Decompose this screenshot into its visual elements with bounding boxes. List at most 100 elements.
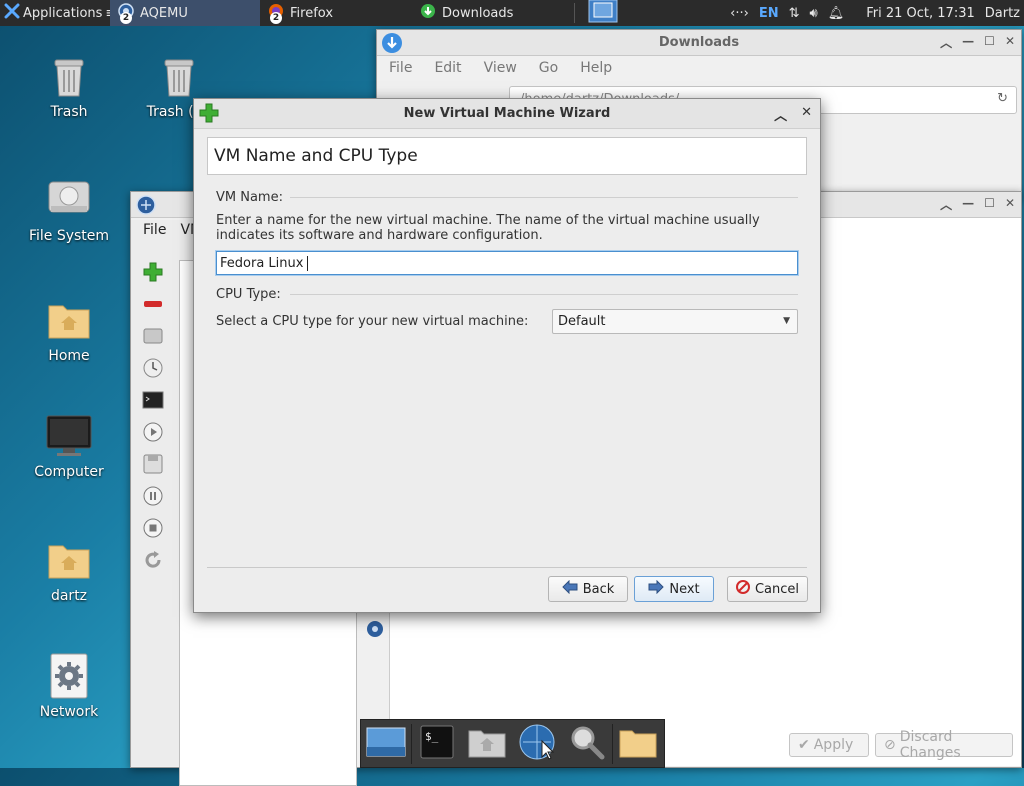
menu-go[interactable]: Go: [539, 60, 558, 76]
back-label: Back: [582, 581, 615, 597]
reset-icon[interactable]: [141, 548, 165, 572]
desktop-icon-file-system[interactable]: File System: [14, 176, 124, 244]
desktop-icon-label: Home: [48, 348, 90, 364]
dock-item-files[interactable]: [613, 720, 663, 768]
user-name[interactable]: Dartz: [985, 6, 1020, 21]
vm-name-group-label: VM Name:: [216, 190, 283, 205]
desktop-icon-trash[interactable]: Trash: [14, 52, 124, 120]
green-plus-icon: [198, 102, 220, 128]
cancel-circle-icon: ⊘: [884, 737, 896, 753]
download-icon: [420, 3, 436, 23]
hard-disk-icon[interactable]: [141, 324, 165, 348]
menu-view[interactable]: View: [484, 60, 517, 76]
svg-text:$_: $_: [425, 730, 439, 743]
wizard-titlebar[interactable]: New Virtual Machine Wizard ︿ ✕: [194, 99, 820, 129]
desktop-icon-computer[interactable]: Computer: [14, 412, 124, 480]
folder-icon: [618, 725, 658, 763]
dock-item-search[interactable]: [562, 720, 612, 768]
window-controls: ︿ — ☐ ✕: [940, 196, 1015, 213]
drive-icon: [45, 176, 93, 224]
text-cursor: [307, 255, 309, 271]
dock-item-desktop[interactable]: [361, 720, 411, 768]
minimize-icon[interactable]: —: [962, 34, 974, 51]
downloads-titlebar[interactable]: Downloads ︿ — ☐ ✕: [377, 30, 1021, 56]
task-count-badge: 2: [120, 12, 132, 24]
magnifier-icon: [569, 724, 605, 764]
back-button[interactable]: Back: [548, 576, 628, 602]
new-vm-wizard-dialog: New Virtual Machine Wizard ︿ ✕ VM Name a…: [193, 98, 821, 613]
next-button[interactable]: Next: [634, 576, 714, 602]
chevron-up-icon[interactable]: ︿: [774, 105, 787, 124]
stop-icon[interactable]: [141, 516, 165, 540]
home-folder-icon: [467, 725, 507, 763]
menu-file[interactable]: File: [389, 60, 412, 76]
maximize-icon[interactable]: ☐: [984, 196, 995, 213]
desktop-icon-network[interactable]: Network: [14, 652, 124, 720]
task-firefox[interactable]: 2 Firefox: [260, 0, 412, 26]
wizard-title: New Virtual Machine Wizard: [403, 106, 611, 121]
desktop-icon-label: dartz: [50, 588, 88, 604]
cpu-type-select[interactable]: Default ▼: [552, 309, 798, 334]
discard-changes-button[interactable]: ⊘ Discard Changes: [875, 729, 1013, 761]
cpu-type-value: Default: [558, 314, 606, 329]
task-downloads[interactable]: Downloads: [412, 0, 574, 26]
remove-vm-icon[interactable]: [141, 292, 165, 316]
desktop-icon-label: Network: [39, 704, 99, 720]
volume-icon[interactable]: 🔊︎: [810, 6, 818, 21]
reload-icon[interactable]: ↻: [997, 91, 1008, 106]
trash-icon: [155, 52, 203, 100]
play-icon[interactable]: [141, 420, 165, 444]
close-icon[interactable]: ✕: [801, 105, 812, 124]
maximize-icon[interactable]: ☐: [984, 34, 995, 51]
add-vm-icon[interactable]: [141, 260, 165, 284]
dock-item-home[interactable]: [462, 720, 512, 768]
top-panel: Applications ≡ 2 AQEMU 2 Firefox Downloa…: [0, 0, 1024, 26]
notification-bell-icon[interactable]: 🔔︎: [828, 6, 845, 21]
dock-item-terminal[interactable]: $_: [412, 720, 462, 768]
trash-icon: [45, 52, 93, 100]
menu-file[interactable]: File: [143, 222, 166, 238]
applications-menu[interactable]: Applications ≡: [0, 0, 116, 26]
desktop-icon-label: Trash: [50, 104, 88, 120]
chevron-up-icon[interactable]: ︿: [940, 34, 952, 51]
page-title: VM Name and CPU Type: [207, 137, 807, 175]
close-icon[interactable]: ✕: [1005, 34, 1015, 51]
chevron-up-icon[interactable]: ︿: [940, 196, 952, 213]
globe-icon: [518, 723, 556, 765]
save-icon[interactable]: [141, 452, 165, 476]
desktop-icon-label: File System: [28, 228, 110, 244]
monitor-icon: [45, 412, 93, 460]
pause-icon[interactable]: [141, 484, 165, 508]
keyboard-layout-indicator[interactable]: EN: [759, 6, 779, 21]
close-icon[interactable]: ✕: [1005, 196, 1015, 213]
applications-label: Applications: [23, 5, 103, 21]
task-aqemu[interactable]: 2 AQEMU: [110, 0, 260, 26]
window-controls: ︿ ✕: [774, 105, 812, 124]
clock[interactable]: Fri 21 Oct, 17:31: [866, 6, 975, 21]
workspace-icon: [588, 0, 618, 27]
menu-help[interactable]: Help: [580, 60, 612, 76]
arrow-left-icon: [562, 579, 578, 598]
menu-edit[interactable]: Edit: [434, 60, 461, 76]
network-arrows-icon[interactable]: ‹··›: [730, 6, 749, 21]
window-title: Downloads: [658, 35, 740, 50]
desktop-icon-home[interactable]: Home: [14, 296, 124, 364]
cancel-button[interactable]: Cancel: [727, 576, 808, 602]
apply-button[interactable]: ✔ Apply: [789, 733, 869, 757]
transfer-arrows-icon[interactable]: ⇅: [789, 6, 800, 21]
terminal-icon[interactable]: [141, 388, 165, 412]
vm-name-value: Fedora Linux: [220, 255, 304, 271]
vm-name-input[interactable]: Fedora Linux: [216, 251, 798, 275]
clock-icon[interactable]: [141, 356, 165, 380]
xfce-logo-icon: [4, 3, 20, 23]
check-icon: ✔: [798, 737, 810, 753]
next-label: Next: [669, 581, 700, 597]
minimize-icon[interactable]: —: [962, 196, 974, 213]
panel-separator: [574, 3, 575, 23]
workspace-switcher[interactable]: [583, 0, 623, 26]
desktop-icon-dartz[interactable]: dartz: [14, 536, 124, 604]
system-tray: ‹··› EN ⇅ 🔊︎ 🔔︎ Fri 21 Oct, 17:31 Dartz: [730, 6, 1024, 21]
vm-info-icon[interactable]: [363, 612, 387, 652]
cpu-type-group-label: CPU Type:: [216, 287, 281, 302]
dock-item-browser[interactable]: [512, 720, 562, 768]
